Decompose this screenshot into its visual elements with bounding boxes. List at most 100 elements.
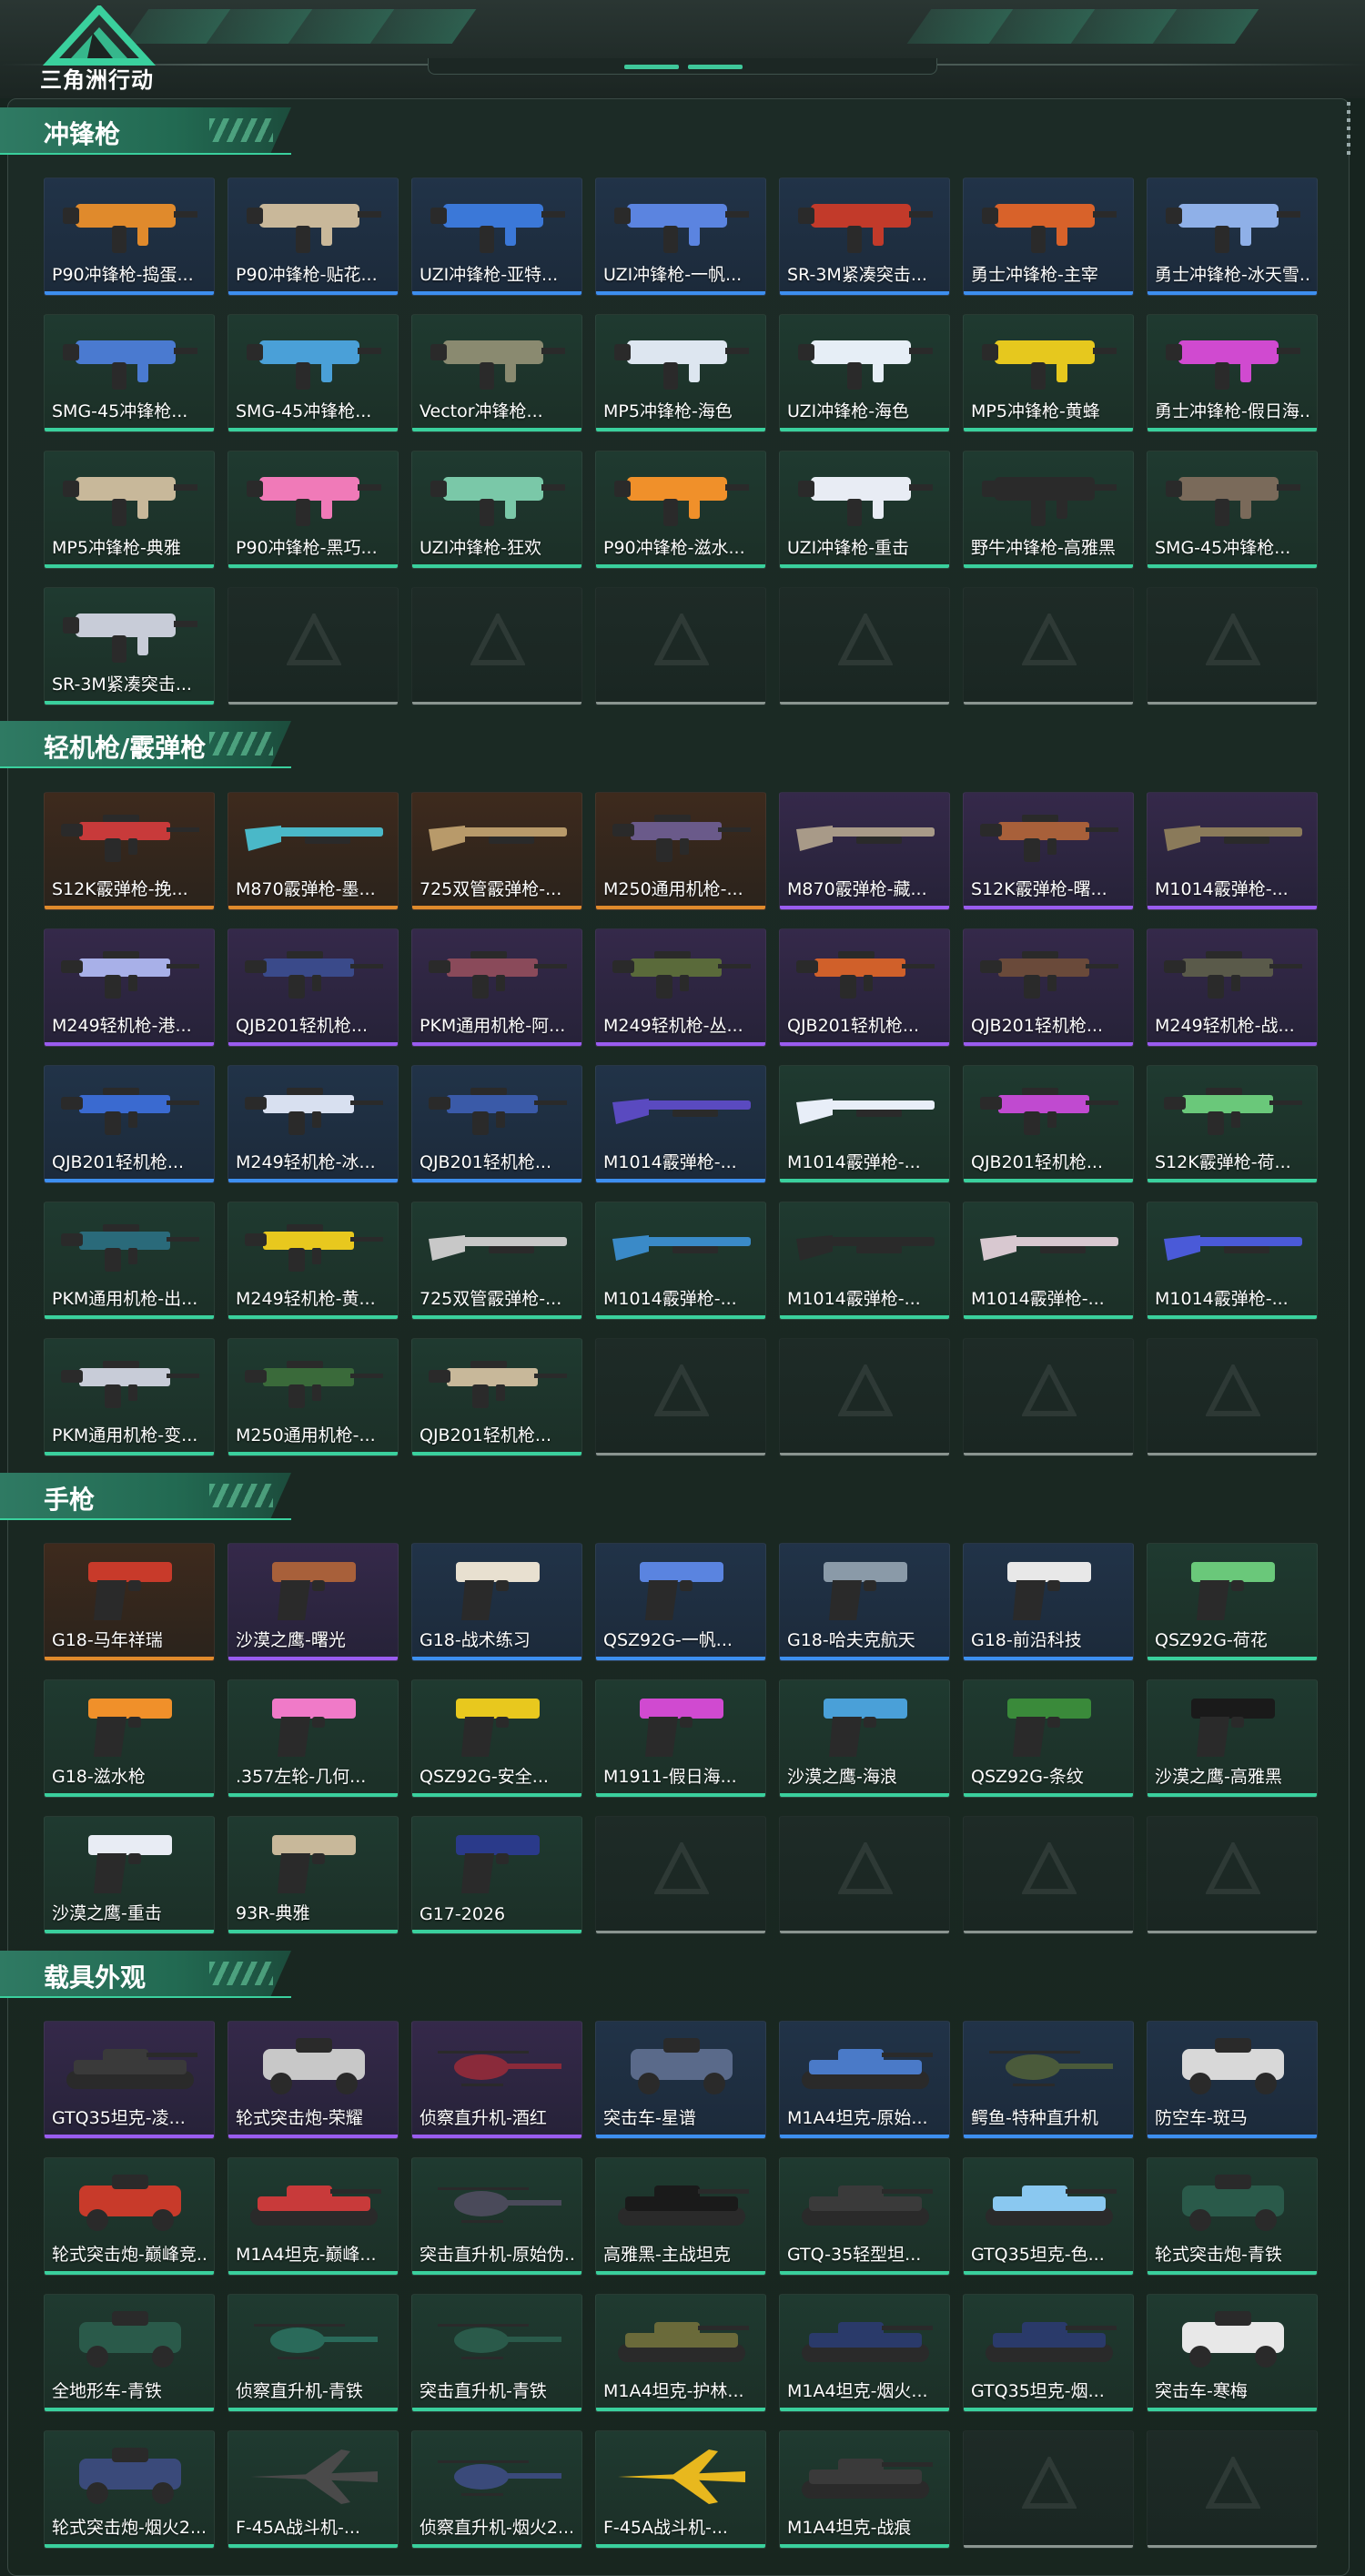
item-card[interactable]: M1014霰弹枪-... (595, 1202, 766, 1320)
item-card[interactable]: 勇士冲锋枪-冰天雪... (1147, 177, 1318, 296)
item-card[interactable]: F-45A战斗机-... (228, 2430, 399, 2549)
item-card[interactable]: 突击车-寒梅 (1147, 2294, 1318, 2412)
item-card[interactable]: M1A4坦克-原始... (779, 2021, 950, 2139)
item-card[interactable]: M249轻机枪-港... (44, 928, 215, 1047)
item-card[interactable]: PKM通用机枪-出... (44, 1202, 215, 1320)
item-card[interactable]: 勇士冲锋枪-主宰 (963, 177, 1134, 296)
item-card[interactable]: 鳄鱼-特种直升机 (963, 2021, 1134, 2139)
item-card[interactable]: 沙漠之鹰-高雅黑 (1147, 1679, 1318, 1798)
item-card[interactable]: 沙漠之鹰-重击 (44, 1816, 215, 1934)
item-card[interactable]: M870霰弹枪-藏... (779, 792, 950, 910)
item-card[interactable]: 防空车-斑马 (1147, 2021, 1318, 2139)
item-card[interactable]: SMG-45冲锋枪... (1147, 451, 1318, 569)
item-card[interactable]: 沙漠之鹰-海浪 (779, 1679, 950, 1798)
item-card[interactable]: M1A4坦克-护林... (595, 2294, 766, 2412)
item-card[interactable]: M1A4坦克-烟火... (779, 2294, 950, 2412)
item-card[interactable]: 侦察直升机-青铁 (228, 2294, 399, 2412)
item-card[interactable]: P90冲锋枪-捣蛋... (44, 177, 215, 296)
item-card[interactable]: M1014霰弹枪-... (595, 1065, 766, 1183)
item-card[interactable]: G18-马年祥瑞 (44, 1543, 215, 1661)
item-card[interactable]: UZI冲锋枪-重击 (779, 451, 950, 569)
item-card[interactable]: QSZ92G-条纹 (963, 1679, 1134, 1798)
item-card[interactable]: 高雅黑-主战坦克 (595, 2157, 766, 2276)
item-card[interactable]: 725双管霰弹枪-... (411, 792, 582, 910)
item-card[interactable]: M1014霰弹枪-... (1147, 1202, 1318, 1320)
item-card[interactable]: S12K霰弹枪-挽... (44, 792, 215, 910)
item-card[interactable]: P90冲锋枪-黑巧... (228, 451, 399, 569)
item-card[interactable]: SMG-45冲锋枪... (44, 314, 215, 432)
item-card[interactable]: M1014霰弹枪-... (1147, 792, 1318, 910)
item-card[interactable]: 725双管霰弹枪-... (411, 1202, 582, 1320)
item-card[interactable]: M249轻机枪-冰... (228, 1065, 399, 1183)
item-card[interactable]: MP5冲锋枪-黄蜂 (963, 314, 1134, 432)
item-card[interactable]: UZI冲锋枪-亚特... (411, 177, 582, 296)
item-card[interactable]: QJB201轻机枪... (963, 1065, 1134, 1183)
item-card[interactable]: P90冲锋枪-滋水... (595, 451, 766, 569)
item-card[interactable]: M1911-假日海... (595, 1679, 766, 1798)
item-card[interactable]: M249轻机枪-战... (1147, 928, 1318, 1047)
item-card[interactable]: GTQ35坦克-凌... (44, 2021, 215, 2139)
item-card[interactable]: M250通用机枪-... (595, 792, 766, 910)
item-card[interactable]: SR-3M紧凑突击... (44, 587, 215, 705)
item-card[interactable]: 轮式突击炮-荣耀 (228, 2021, 399, 2139)
item-card[interactable]: MP5冲锋枪-海色 (595, 314, 766, 432)
item-card[interactable]: UZI冲锋枪-一帆... (595, 177, 766, 296)
item-card[interactable]: QSZ92G-一帆... (595, 1543, 766, 1661)
item-card[interactable]: QJB201轻机枪... (228, 928, 399, 1047)
item-card[interactable]: 轮式突击炮-青铁 (1147, 2157, 1318, 2276)
item-card[interactable]: QJB201轻机枪... (963, 928, 1134, 1047)
item-card[interactable]: M249轻机枪-黄... (228, 1202, 399, 1320)
item-card[interactable]: QJB201轻机枪... (779, 928, 950, 1047)
item-card[interactable]: GTQ-35轻型坦... (779, 2157, 950, 2276)
item-card[interactable]: QJB201轻机枪... (44, 1065, 215, 1183)
item-card[interactable]: M250通用机枪-... (228, 1338, 399, 1456)
item-card[interactable]: G18-战术练习 (411, 1543, 582, 1661)
item-card[interactable]: SMG-45冲锋枪... (228, 314, 399, 432)
item-card[interactable]: QJB201轻机枪... (411, 1338, 582, 1456)
scroll-indicator[interactable] (1347, 102, 1350, 157)
item-card[interactable]: P90冲锋枪-贴花... (228, 177, 399, 296)
item-card[interactable]: PKM通用机枪-变... (44, 1338, 215, 1456)
item-card[interactable]: GTQ35坦克-色... (963, 2157, 1134, 2276)
item-card[interactable]: M1A4坦克-巅峰... (228, 2157, 399, 2276)
item-card[interactable]: PKM通用机枪-阿... (411, 928, 582, 1047)
item-card[interactable]: G17-2026 (411, 1816, 582, 1934)
item-card[interactable]: Vector冲锋枪... (411, 314, 582, 432)
item-card[interactable]: S12K霰弹枪-荷... (1147, 1065, 1318, 1183)
item-card[interactable]: 勇士冲锋枪-假日海... (1147, 314, 1318, 432)
item-card[interactable]: .357左轮-几何... (228, 1679, 399, 1798)
item-card[interactable]: UZI冲锋枪-海色 (779, 314, 950, 432)
item-card[interactable]: M1A4坦克-战痕 (779, 2430, 950, 2549)
item-card[interactable]: 突击车-星谱 (595, 2021, 766, 2139)
item-name: M250通用机枪-... (236, 1425, 376, 1445)
item-card[interactable]: UZI冲锋枪-狂欢 (411, 451, 582, 569)
item-card[interactable]: GTQ35坦克-烟... (963, 2294, 1134, 2412)
item-card[interactable]: G18-滋水枪 (44, 1679, 215, 1798)
item-card[interactable]: 突击直升机-青铁 (411, 2294, 582, 2412)
item-card[interactable]: 沙漠之鹰-曙光 (228, 1543, 399, 1661)
item-card[interactable]: 侦察直升机-酒红 (411, 2021, 582, 2139)
item-card[interactable]: SR-3M紧凑突击... (779, 177, 950, 296)
item-card[interactable]: 侦察直升机-烟火2... (411, 2430, 582, 2549)
item-card[interactable]: QJB201轻机枪... (411, 1065, 582, 1183)
item-name: G18-马年祥瑞 (52, 1630, 163, 1650)
item-card[interactable]: 全地形车-青铁 (44, 2294, 215, 2412)
item-card[interactable]: G18-哈夫克航天 (779, 1543, 950, 1661)
item-card[interactable]: QSZ92G-荷花 (1147, 1543, 1318, 1661)
item-card[interactable]: QSZ92G-安全... (411, 1679, 582, 1798)
item-card[interactable]: 野牛冲锋枪-高雅黑 (963, 451, 1134, 569)
item-card[interactable]: M870霰弹枪-墨... (228, 792, 399, 910)
item-card[interactable]: M1014霰弹枪-... (779, 1065, 950, 1183)
item-card[interactable]: M1014霰弹枪-... (963, 1202, 1134, 1320)
item-card[interactable]: 轮式突击炮-巅峰竞... (44, 2157, 215, 2276)
item-card[interactable]: 突击直升机-原始伪... (411, 2157, 582, 2276)
item-card[interactable]: 轮式突击炮-烟火2... (44, 2430, 215, 2549)
quality-bar (964, 1042, 1133, 1046)
item-card[interactable]: M1014霰弹枪-... (779, 1202, 950, 1320)
item-card[interactable]: M249轻机枪-丛... (595, 928, 766, 1047)
item-card[interactable]: MP5冲锋枪-典雅 (44, 451, 215, 569)
item-card[interactable]: F-45A战斗机-... (595, 2430, 766, 2549)
item-card[interactable]: G18-前沿科技 (963, 1543, 1134, 1661)
item-card[interactable]: S12K霰弹枪-曙... (963, 792, 1134, 910)
item-card[interactable]: 93R-典雅 (228, 1816, 399, 1934)
